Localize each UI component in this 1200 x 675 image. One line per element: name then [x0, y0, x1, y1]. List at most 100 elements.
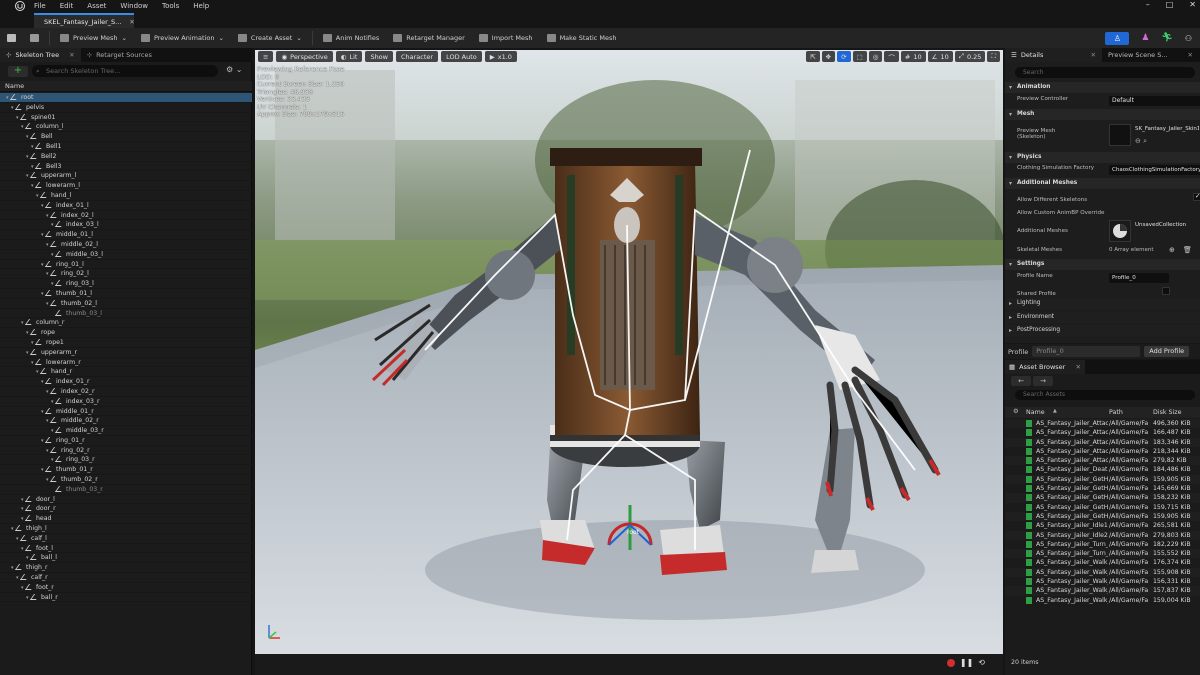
- allow-different-skeletons-checkbox[interactable]: [1192, 192, 1200, 201]
- bone-row[interactable]: ▾ Bell1: [0, 142, 252, 152]
- save-icon[interactable]: [0, 28, 23, 48]
- close-tab-icon[interactable]: ✕: [1076, 363, 1081, 371]
- rotate-icon[interactable]: ⟳: [837, 51, 851, 62]
- add-element-icon[interactable]: ⊕: [1169, 246, 1175, 254]
- asset-row[interactable]: AS_Fantasy_Jailer_Walk_L/All/Game/Fa 156,…: [1005, 577, 1200, 586]
- bone-row[interactable]: ▾ Bell3: [0, 162, 252, 172]
- add-socket-button[interactable]: +: [8, 66, 28, 77]
- character-button[interactable]: Character: [395, 51, 439, 62]
- section-lighting[interactable]: Lighting: [1005, 298, 1200, 309]
- section-animation[interactable]: Animation: [1005, 82, 1200, 93]
- bone-row[interactable]: ▾ thumb_01_l: [0, 289, 252, 299]
- col-name-header[interactable]: Name: [1026, 409, 1045, 416]
- add-profile-button[interactable]: Add Profile: [1144, 346, 1190, 357]
- bone-row[interactable]: ▾ hand_r: [0, 367, 252, 378]
- asset-row[interactable]: AS_Fantasy_Jailer_GetHit1/All/Game/Fa 159…: [1005, 474, 1200, 485]
- asset-row[interactable]: AS_Fantasy_Jailer_GetHit4/All/Game/Fa 159…: [1005, 503, 1200, 512]
- bone-row[interactable]: ▾ lowerarm_l: [0, 181, 252, 191]
- bone-row[interactable]: ▾ middle_03_l: [0, 250, 252, 260]
- asset-row[interactable]: AS_Fantasy_Jailer_GetHit3/All/Game/Fa 158…: [1005, 493, 1200, 503]
- bone-row[interactable]: ▾ ring_01_l: [0, 260, 252, 270]
- unreal-logo-icon[interactable]: [14, 0, 26, 12]
- bone-row[interactable]: ▾ ring_03_l: [0, 279, 252, 289]
- grid-snap-button[interactable]: #10: [900, 51, 926, 62]
- filter-icon[interactable]: ⚙: [1013, 408, 1019, 415]
- delete-icon[interactable]: 🗑︎: [1183, 246, 1192, 254]
- bone-row[interactable]: ▾ head: [0, 514, 252, 525]
- preview-mesh-value[interactable]: SK_Fantasy_Jailer_Skin1: [1135, 126, 1199, 132]
- bone-row[interactable]: ▾ thumb_02_r: [0, 475, 252, 485]
- section-mesh[interactable]: Mesh: [1005, 109, 1200, 120]
- make-static-mesh-button[interactable]: Make Static Mesh: [540, 28, 624, 48]
- col-path-header[interactable]: Path: [1109, 409, 1123, 416]
- bone-row[interactable]: ▾ upperarm_r: [0, 348, 252, 358]
- asset-row[interactable]: AS_Fantasy_Jailer_Attack5/All/Game/Fa 279…: [1005, 456, 1200, 466]
- retarget-manager-button[interactable]: Retarget Manager: [386, 28, 472, 48]
- bone-row[interactable]: ▾ middle_02_l: [0, 240, 252, 250]
- asset-row[interactable]: AS_Fantasy_Jailer_Idle2/All/Game/Fa 279,8…: [1005, 530, 1200, 540]
- bone-row[interactable]: ▾ thigh_r: [0, 563, 252, 574]
- bone-row[interactable]: ▾ rope1: [0, 338, 252, 348]
- bone-row[interactable]: ▾ index_02_l: [0, 211, 252, 221]
- bone-row[interactable]: ▾ index_01_l: [0, 201, 252, 211]
- rotation-snap-button[interactable]: ∠ 10: [927, 51, 953, 62]
- bone-row[interactable]: ▾ spine01: [0, 113, 252, 123]
- additional-meshes-value[interactable]: UnsavedCollection: [1135, 222, 1186, 228]
- bone-row[interactable]: ▾ middle_02_r: [0, 416, 252, 427]
- section-settings[interactable]: Settings: [1005, 259, 1200, 270]
- bone-row[interactable]: ▾ index_03_l: [0, 220, 252, 231]
- preview-controller-dropdown[interactable]: Default: [1109, 96, 1200, 106]
- close-tab-icon[interactable]: ✕: [1188, 51, 1193, 59]
- gear-icon[interactable]: ⚙ ⌄: [226, 65, 242, 74]
- bone-row[interactable]: ▾ thumb_02_l: [0, 299, 252, 309]
- asset-row[interactable]: AS_Fantasy_Jailer_GetHit5/All/Game/Fa 159…: [1005, 511, 1200, 522]
- close-tab-icon[interactable]: ✕: [69, 51, 74, 59]
- mesh-thumbnail[interactable]: [1109, 124, 1131, 146]
- skeleton-mode-icon[interactable]: ♙: [1105, 31, 1130, 45]
- perspective-button[interactable]: ◉ Perspective: [276, 51, 333, 62]
- tab-details[interactable]: ☰ Details ✕: [1005, 48, 1102, 62]
- asset-row[interactable]: AS_Fantasy_Jailer_Walk_B/All/Game/Fa 155,…: [1005, 567, 1200, 578]
- bone-row[interactable]: ▾ index_01_r: [0, 377, 252, 387]
- browse-asset-icon[interactable]: ⊖ ⌕: [1135, 137, 1147, 146]
- bone-row[interactable]: ▾ ring_02_l: [0, 269, 252, 280]
- record-icon[interactable]: [946, 658, 955, 667]
- world-local-icon[interactable]: ◎: [868, 51, 883, 62]
- pause-icon[interactable]: ❚❚: [960, 658, 973, 667]
- translate-icon[interactable]: ✥: [821, 51, 836, 62]
- bone-row[interactable]: ▾ ball_r: [0, 593, 252, 603]
- lit-button[interactable]: ◐ Lit: [335, 51, 363, 62]
- asset-row[interactable]: AS_Fantasy_Jailer_Walk_F/All/Game/Fa 159,…: [1005, 596, 1200, 605]
- tab-asset-browser[interactable]: ▦ Asset Browser ✕: [1005, 360, 1085, 374]
- menu-help[interactable]: Help: [193, 2, 209, 10]
- bone-row[interactable]: ▾ Bell2: [0, 152, 252, 162]
- minimize-icon[interactable]: –: [1146, 0, 1150, 9]
- bone-row[interactable]: ▾ ball_l: [0, 553, 252, 564]
- scale-icon[interactable]: ⬚: [852, 51, 867, 62]
- bone-row[interactable]: ▾ thigh_l: [0, 524, 252, 534]
- viewport-menu-button[interactable]: ≡: [258, 51, 274, 62]
- bone-row[interactable]: ▾ Bell: [0, 132, 252, 142]
- bone-row[interactable]: ▾ thumb_01_r: [0, 465, 252, 476]
- maximize-icon[interactable]: □: [1166, 0, 1174, 9]
- bone-row[interactable]: ▾ ring_01_r: [0, 436, 252, 446]
- profile-dropdown[interactable]: Profile_0: [1032, 346, 1141, 357]
- asset-row[interactable]: AS_Fantasy_Jailer_Death/All/Game/Fa 184,4…: [1005, 465, 1200, 474]
- select-icon[interactable]: ⇱: [806, 51, 820, 62]
- close-window-icon[interactable]: ✕: [1189, 0, 1196, 9]
- skeleton-search-input[interactable]: Search Skeleton Tree...: [32, 65, 218, 77]
- section-additional-meshes[interactable]: Additional Meshes: [1005, 178, 1200, 189]
- scale-snap-button[interactable]: ⤢ 0.25: [954, 51, 986, 62]
- anim-notifies-button[interactable]: Anim Notifies: [316, 28, 386, 48]
- asset-row[interactable]: AS_Fantasy_Jailer_Attack4/All/Game/Fa 218…: [1005, 447, 1200, 456]
- bone-row[interactable]: ▾ middle_01_l: [0, 230, 252, 240]
- bone-row[interactable]: ▾ rope: [0, 328, 252, 338]
- asset-row[interactable]: AS_Fantasy_Jailer_Attack2/All/Game/Fa 166…: [1005, 428, 1200, 437]
- profile-name-input[interactable]: Profile_0: [1109, 273, 1169, 283]
- import-mesh-button[interactable]: Import Mesh: [472, 28, 540, 48]
- close-tab-icon[interactable]: ✕: [1091, 51, 1096, 59]
- section-postprocessing[interactable]: PostProcessing: [1005, 325, 1200, 336]
- lod-button[interactable]: LOD Auto: [441, 51, 482, 62]
- asset-row[interactable]: AS_Fantasy_Jailer_Idle1/All/Game/Fa 265,5…: [1005, 521, 1200, 530]
- asset-row[interactable]: AS_Fantasy_Jailer_Attack3/All/Game/Fa 183…: [1005, 437, 1200, 447]
